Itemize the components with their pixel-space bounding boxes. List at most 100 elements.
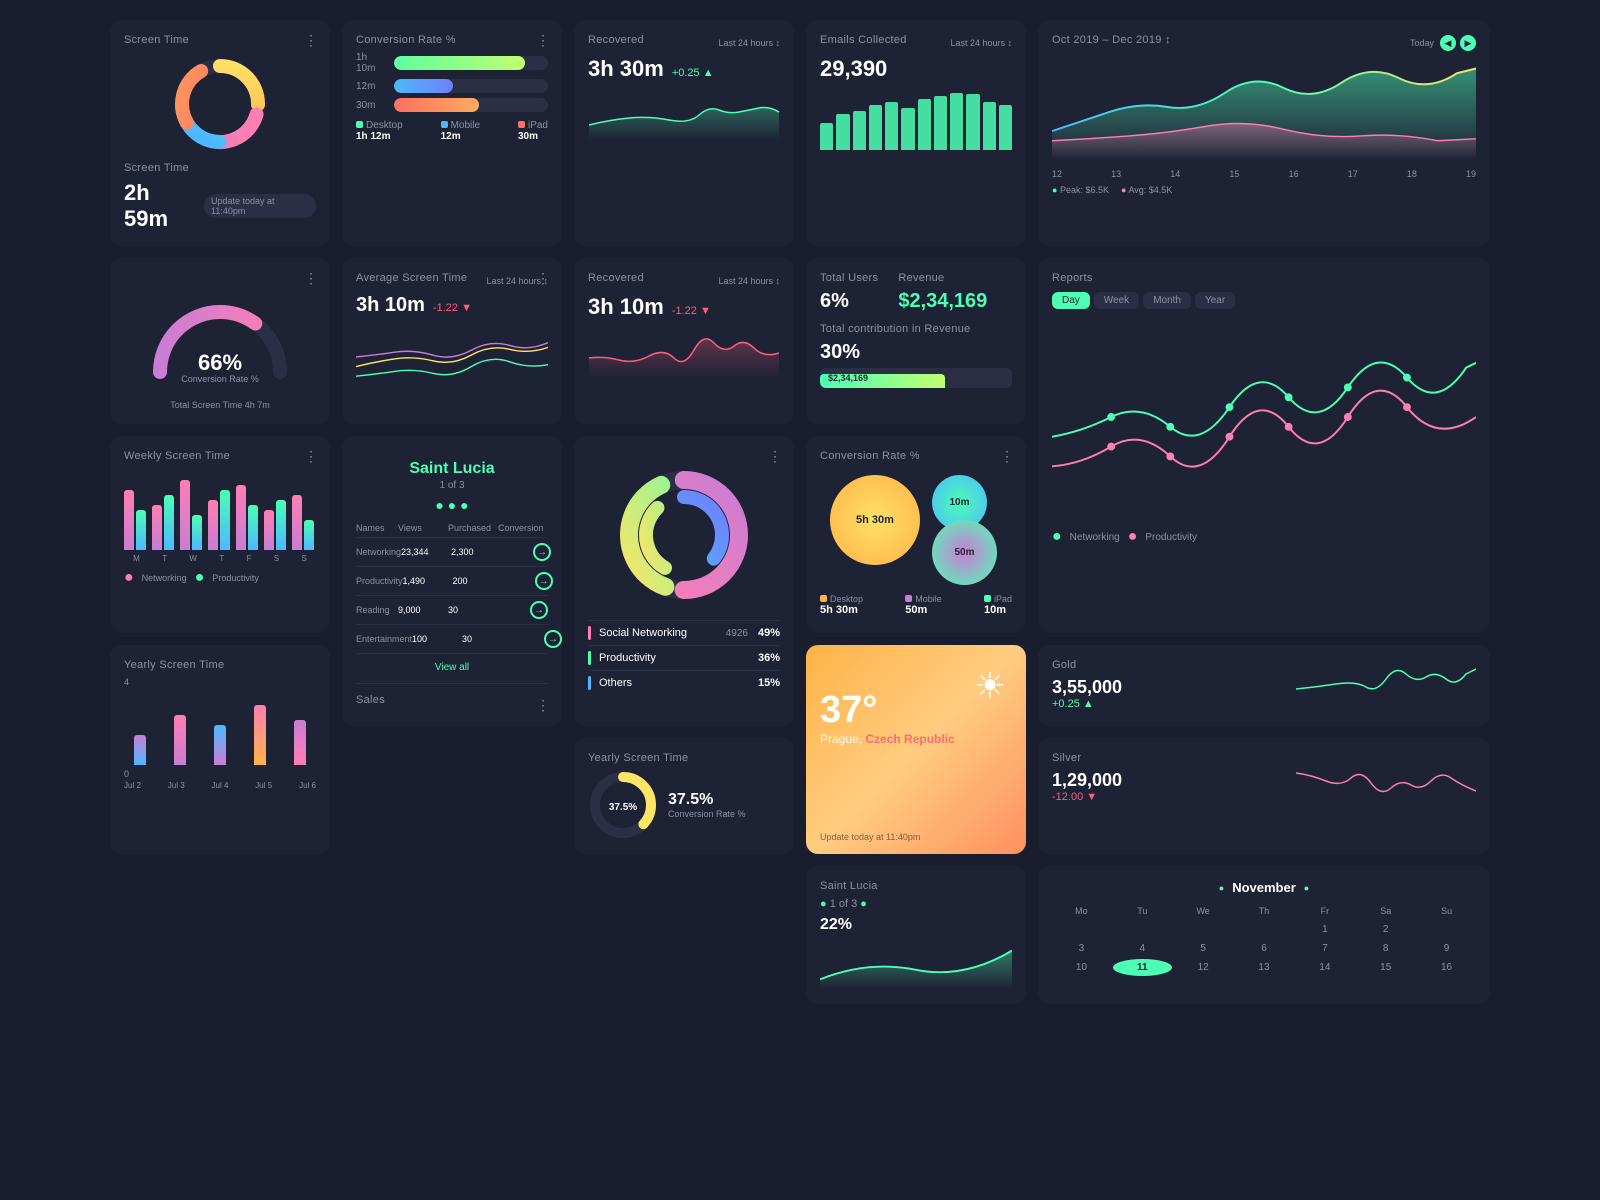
oct-dec-card: Oct 2019 – Dec 2019 ↕ Today ◀ ▶ bbox=[1038, 20, 1490, 246]
bubbles-card: Conversion Rate % ⋮ 5h 30m 10m 50m Deskt… bbox=[806, 436, 1026, 633]
yearly-small-card: Yearly Screen Time 37.5% 37.5% Conversio… bbox=[574, 738, 794, 854]
avg-screen-change: -1.22 ▼ bbox=[433, 302, 472, 314]
bar-row-2: 12m bbox=[356, 79, 548, 93]
silver-value: 1,29,000 bbox=[1052, 770, 1122, 791]
reports-tab-month[interactable]: Month bbox=[1143, 292, 1191, 309]
others-label: Others bbox=[599, 677, 632, 689]
saint-lucia-dots: ● ● ● bbox=[356, 497, 548, 513]
screen-time-value: 2h 59m bbox=[124, 180, 198, 232]
screen-time-donut bbox=[170, 54, 270, 154]
svg-text:Conversion Rate %: Conversion Rate % bbox=[181, 374, 259, 382]
productivity-label: Productivity bbox=[599, 652, 656, 664]
reports-title: Reports bbox=[1052, 272, 1476, 284]
conv-social: Social Networking 4926 49% bbox=[588, 620, 780, 645]
users-revenue-row: Total Users 6% Revenue $2,34,169 bbox=[820, 272, 1012, 313]
oct-dec-btn1[interactable]: ◀ bbox=[1440, 35, 1456, 51]
yearly-bottom-zero: 0 bbox=[124, 769, 316, 779]
calendar-month: November bbox=[1232, 880, 1296, 895]
oct-dec-btn2[interactable]: ▶ bbox=[1460, 35, 1476, 51]
weather-country: Czech Republic bbox=[865, 732, 954, 746]
recovered-1-last24: Last 24 hours ↕ bbox=[718, 38, 780, 48]
table-row: Entertainment 100 30 → bbox=[356, 625, 548, 654]
bubbles-container: 5h 30m 10m 50m bbox=[820, 470, 1012, 590]
view-all-button[interactable]: View all bbox=[356, 662, 548, 673]
others-pct: 15% bbox=[758, 677, 780, 689]
saint-lucia-title: Saint Lucia bbox=[356, 460, 548, 478]
avg-screen-value: 3h 10m bbox=[356, 294, 425, 317]
weather-sun-icon: ☀ bbox=[974, 665, 1006, 707]
avg-screen-title: Average Screen Time bbox=[356, 272, 467, 284]
screen-time-label: Screen Time bbox=[124, 162, 316, 174]
donut-conv-menu[interactable]: ⋮ bbox=[768, 448, 782, 465]
table-row: Networking 23,344 2,300 → bbox=[356, 538, 548, 567]
contribution-title: Total contribution in Revenue bbox=[820, 323, 1012, 335]
reports-tab-year[interactable]: Year bbox=[1195, 292, 1235, 309]
bar-row-1: 1h 10m bbox=[356, 52, 548, 74]
screen-time-update: Update today at 11:40pm bbox=[204, 194, 316, 218]
yearly-bottom-card: Yearly Screen Time 4 0 Jul 2Jul 3Jul 4Ju… bbox=[110, 645, 330, 855]
conv-rate-menu[interactable]: ⋮ bbox=[536, 32, 550, 49]
contribution-label: $2,34,169 bbox=[828, 373, 868, 383]
calendar-header: ● November ● bbox=[1052, 880, 1476, 895]
conv-rate-legend: Desktop1h 12m Mobile12m iPad30m bbox=[356, 120, 548, 142]
yearly-small-donut: 37.5% bbox=[588, 770, 658, 840]
weekly-screen-time-card: Weekly Screen Time ⋮ MTWTFSS ● Networkin… bbox=[110, 436, 330, 633]
bubbles-legend: Desktop5h 30m Mobile50m iPad10m bbox=[820, 594, 1012, 616]
oct-dec-title: Oct 2019 – Dec 2019 ↕ bbox=[1052, 34, 1171, 46]
yearly-bottom-labels: Jul 2Jul 3Jul 4Jul 5Jul 6 bbox=[124, 781, 316, 790]
total-users-value: 6% bbox=[820, 290, 878, 313]
social-val: 4926 bbox=[726, 628, 748, 639]
emails-value: 29,390 bbox=[820, 56, 1012, 82]
recovered-2-change: -1.22 ▼ bbox=[672, 305, 711, 317]
conv-rate-bar-card: Conversion Rate % ⋮ 1h 10m 12m 30m Deskt… bbox=[342, 20, 562, 246]
social-pct: 49% bbox=[758, 627, 780, 639]
oct-dec-today: Today bbox=[1410, 38, 1434, 48]
avg-screen-menu[interactable]: ⋮ bbox=[536, 270, 550, 287]
sales-menu[interactable]: ⋮ bbox=[536, 697, 550, 714]
calendar-card: ● November ● Mo Tu We Th Fr Sa Su 1 2 3 … bbox=[1038, 866, 1490, 1004]
reports-tabs: Day Week Month Year bbox=[1052, 292, 1476, 309]
gauge-svg: 66% Conversion Rate % bbox=[140, 282, 300, 382]
weather-card: ☀ 37° Prague, Czech Republic Update toda… bbox=[806, 645, 1026, 855]
gold-change: +0.25 ▲ bbox=[1052, 698, 1122, 710]
yearly-bottom-title: Yearly Screen Time bbox=[124, 659, 316, 671]
total-users-title: Total Users bbox=[820, 272, 878, 284]
screen-time-menu[interactable]: ⋮ bbox=[304, 32, 318, 49]
conv-productivity: Productivity 36% bbox=[588, 645, 780, 670]
gauge-total: Total Screen Time 4h 7m bbox=[124, 400, 316, 410]
oct-dec-labels: 1213141516171819 bbox=[1052, 169, 1476, 179]
gauge-menu[interactable]: ⋮ bbox=[304, 270, 318, 287]
reports-legend: ● Networking ● Productivity bbox=[1052, 528, 1476, 546]
revenue-title: Revenue bbox=[898, 272, 987, 284]
bubbles-title: Conversion Rate % bbox=[820, 450, 1012, 462]
gold-card: Gold 3,55,000 +0.25 ▲ bbox=[1038, 645, 1490, 727]
screen-time-card: Screen Time ⋮ bbox=[110, 20, 330, 246]
revenue-value: $2,34,169 bbox=[898, 290, 987, 313]
bubbles-menu[interactable]: ⋮ bbox=[1000, 448, 1014, 465]
saint-lucia-bottom-card: Saint Lucia ● 1 of 3 ● 22% bbox=[806, 866, 1026, 1004]
saint-lucia-bottom-title: Saint Lucia bbox=[820, 880, 1012, 892]
reports-tab-week[interactable]: Week bbox=[1094, 292, 1139, 309]
weekly-networking-label: Networking bbox=[142, 573, 187, 583]
saint-lucia-sub: 1 of 3 bbox=[356, 480, 548, 491]
reports-tab-day[interactable]: Day bbox=[1052, 292, 1090, 309]
oct-dec-stats: ● Peak: $6.5K ● Avg: $4.5K bbox=[1052, 185, 1476, 195]
svg-text:66%: 66% bbox=[198, 350, 242, 375]
reports-chart bbox=[1052, 317, 1476, 517]
reports-productivity-label: Productivity bbox=[1145, 532, 1197, 543]
recovered-2-last24: Last 24 hours ↕ bbox=[718, 276, 780, 286]
emails-last24: Last 24 hours ↕ bbox=[950, 38, 1012, 48]
saint-lucia-bottom-chart bbox=[820, 940, 1012, 990]
saint-lucia-table-header: Names Views Purchased Conversion bbox=[356, 519, 548, 538]
table-row: Reading 9,000 30 → bbox=[356, 596, 548, 625]
recovered-2-sparkline bbox=[588, 328, 780, 378]
bar-row-3: 30m bbox=[356, 98, 548, 112]
gauge-card: ⋮ 66% Conversion Rate % Total Screen Tim… bbox=[110, 258, 330, 424]
contribution-pct: 30% bbox=[820, 341, 1012, 364]
recovered-1-value: 3h 30m bbox=[588, 56, 664, 82]
emails-bar-chart bbox=[820, 90, 1012, 150]
donut-conv-card: ⋮ bbox=[574, 436, 794, 726]
weekly-menu[interactable]: ⋮ bbox=[304, 448, 318, 465]
weekly-bars bbox=[124, 470, 316, 550]
calendar-today[interactable]: 11 bbox=[1113, 959, 1172, 976]
